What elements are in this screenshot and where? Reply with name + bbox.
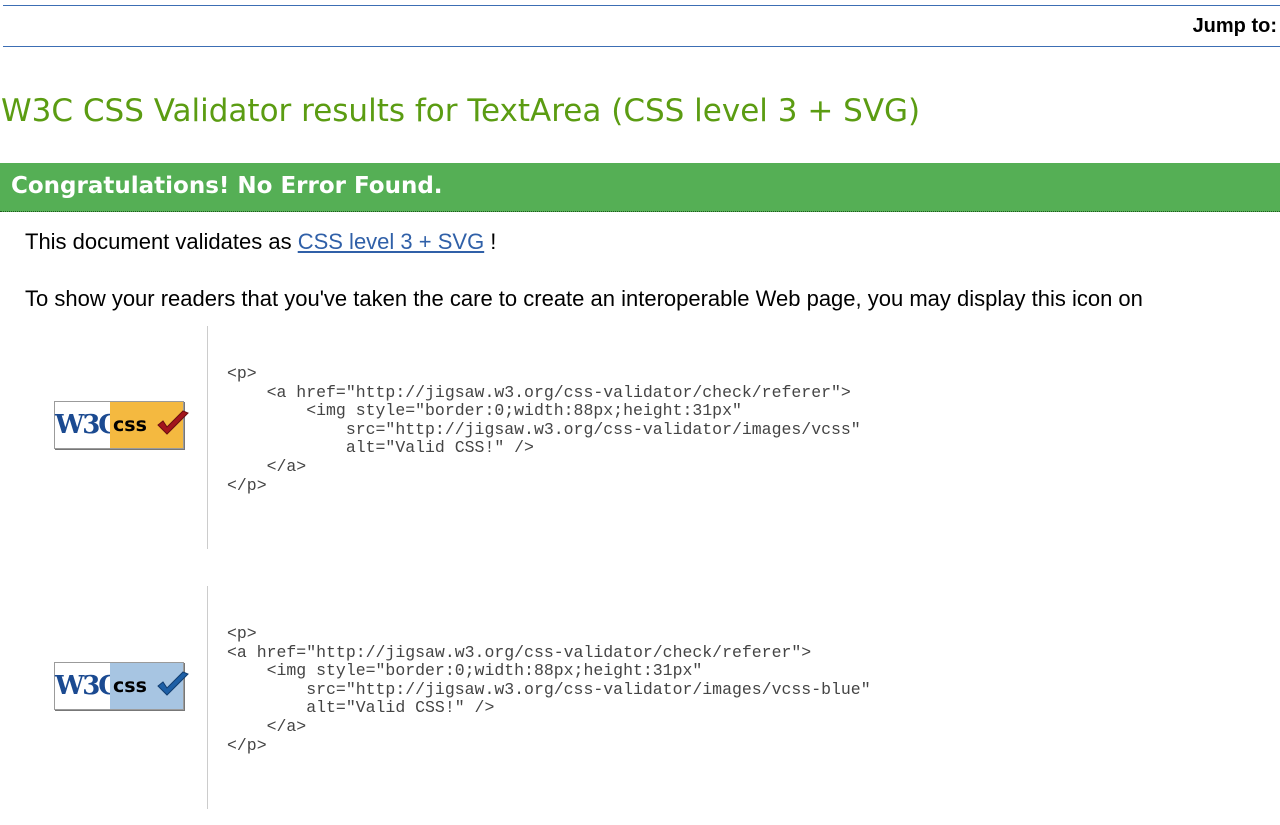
badge-code-snippet[interactable]: <p> <a href="http://jigsaw.w3.org/css-va… [227, 624, 871, 755]
validates-suffix: ! [484, 229, 497, 254]
congrats-text: Congratulations! No Error Found. [11, 173, 443, 199]
page-title: W3C CSS Validator results for TextArea (… [1, 93, 921, 129]
checkmark-icon [157, 671, 189, 696]
w3c-logo: W3C [55, 402, 119, 448]
jump-bar: Jump to: [3, 5, 1280, 47]
badge-code-snippet[interactable]: <p> <a href="http://jigsaw.w3.org/css-va… [227, 364, 861, 495]
valid-css-badge-gold[interactable]: W3C css [54, 401, 189, 449]
divider-line [207, 586, 208, 809]
css-level-link[interactable]: CSS level 3 + SVG [298, 229, 484, 254]
readers-text: To show your readers that you've taken t… [25, 286, 1143, 311]
congrats-banner: Congratulations! No Error Found. [0, 163, 1280, 212]
validates-line: This document validates as CSS level 3 +… [25, 229, 496, 255]
jump-to-label[interactable]: Jump to: [1193, 15, 1277, 38]
valid-css-badge-blue[interactable]: W3C css [54, 662, 189, 710]
validates-prefix: This document validates as [25, 229, 292, 254]
w3c-logo: W3C [55, 663, 119, 709]
divider-line [207, 326, 208, 549]
checkmark-icon [157, 410, 189, 435]
